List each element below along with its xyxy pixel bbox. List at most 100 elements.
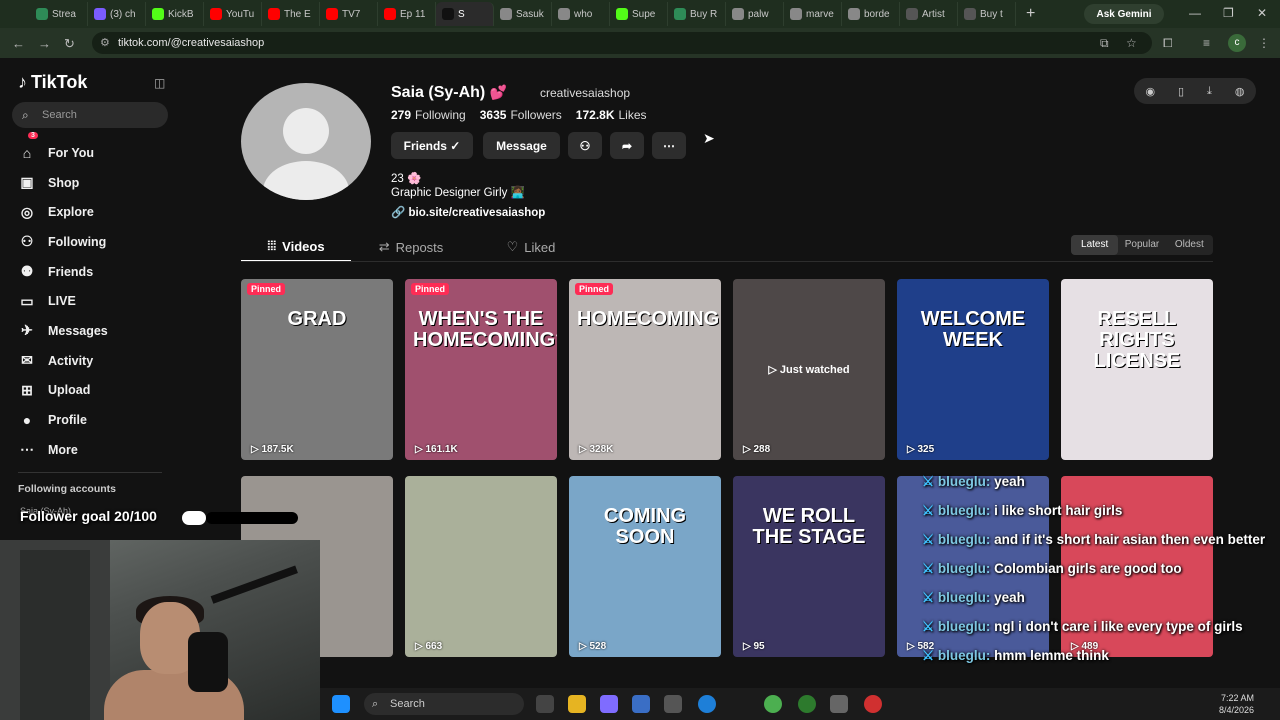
browser-menu-icon[interactable]: ⋮ <box>1258 36 1270 50</box>
video-thumbnail[interactable]: Pinned HOMECOMING ▷ 328K <box>569 279 721 460</box>
edge-icon[interactable] <box>698 695 716 713</box>
browser-tab[interactable]: S <box>436 2 494 26</box>
device-icon[interactable]: ▯ <box>1178 85 1184 98</box>
sidebar-item-following[interactable]: ⚇ Following <box>18 227 168 257</box>
system-clock[interactable]: 7:22 AM 8/4/2026 <box>1200 692 1254 716</box>
video-thumbnail[interactable]: RESELL RIGHTS LICENSE <box>1061 279 1213 460</box>
sidebar-item-live[interactable]: ▭ LIVE <box>18 286 168 316</box>
sidebar-item-activity[interactable]: ✉ 3 Activity <box>18 132 168 376</box>
sidebar-item-messages[interactable]: ✈ Messages <box>18 316 168 346</box>
chrome-active-icon[interactable] <box>798 695 816 713</box>
chat-username: blueglu: <box>937 590 991 605</box>
copilot-icon[interactable] <box>600 695 618 713</box>
tab-reposts[interactable]: ⇄ Reposts <box>351 232 471 262</box>
sidebar-item-label: Friends <box>48 264 94 279</box>
task-view-icon[interactable] <box>536 695 554 713</box>
browser-tab[interactable]: Buy t <box>958 2 1016 26</box>
stream-chat-overlay: ⚔ blueglu: yeah ⚔ blueglu: i like short h… <box>922 474 1277 677</box>
sidebar-item-upload[interactable]: ⊞ Upload <box>18 376 168 406</box>
browser-tab[interactable]: Supe <box>610 2 668 26</box>
browser-tab[interactable]: palw <box>726 2 784 26</box>
sidebar-item-explore[interactable]: ◎ Explore <box>18 197 168 227</box>
chat-message: ⚔ blueglu: Colombian girls are good too <box>922 561 1277 577</box>
bio-link[interactable]: 🔗 bio.site/creativesaiashop <box>391 205 545 219</box>
browser-tab[interactable]: marve <box>784 2 842 26</box>
reading-list-icon[interactable]: ≡ <box>1203 36 1210 50</box>
cast-icon[interactable]: ⧉ <box>1100 36 1109 51</box>
settings-icon[interactable] <box>830 695 848 713</box>
browser-tab[interactable]: KickB <box>146 2 204 26</box>
start-icon[interactable] <box>332 695 350 713</box>
store-icon[interactable] <box>632 695 650 713</box>
video-thumbnail[interactable]: COMING SOON ▷ 528 <box>569 476 721 657</box>
close-window-icon[interactable]: ✕ <box>1257 6 1267 20</box>
search-input[interactable]: ⌕ Search <box>12 102 168 128</box>
video-thumbnail[interactable]: Pinned GRAD ▷ 187.5K <box>241 279 393 460</box>
browser-tab[interactable]: YouTu <box>204 2 262 26</box>
bookmark-star-icon[interactable]: ☆ <box>1126 36 1137 50</box>
browser-tab[interactable]: The E <box>262 2 320 26</box>
back-icon[interactable]: ← <box>12 36 25 51</box>
extensions-icon[interactable]: ⧠ <box>1163 36 1173 51</box>
message-button[interactable]: Message <box>483 132 560 159</box>
maximize-icon[interactable]: ❐ <box>1223 6 1234 20</box>
user-avatar-icon[interactable]: ◍ <box>1235 85 1245 98</box>
friends-button[interactable]: Friends ✓ <box>391 132 473 159</box>
sidebar-item-for-you[interactable]: ⌂ For You <box>18 138 168 168</box>
site-info-icon[interactable]: ⚙ <box>100 32 110 54</box>
sort-oldest[interactable]: Oldest <box>1166 235 1213 255</box>
tiktok-logo[interactable]: ♪ TikTok <box>18 72 87 93</box>
browser-tab[interactable]: who <box>552 2 610 26</box>
browser-tab[interactable]: Buy R <box>668 2 726 26</box>
browser-tab[interactable]: Artist <box>900 2 958 26</box>
taskbar-search[interactable]: ⌕ Search <box>364 693 524 715</box>
browser-profile-avatar[interactable]: c <box>1228 34 1246 52</box>
profile-avatar <box>241 83 371 200</box>
browser-tab[interactable]: (3) ch <box>88 2 146 26</box>
app-icon[interactable] <box>664 695 682 713</box>
sort-popular[interactable]: Popular <box>1118 235 1165 255</box>
tab-favicon-icon <box>326 8 338 20</box>
sidebar-item-profile[interactable]: ● Profile <box>18 405 168 435</box>
forward-icon[interactable]: → <box>38 36 51 51</box>
minimize-icon[interactable]: — <box>1189 6 1201 20</box>
clock-date: 8/4/2026 <box>1218 705 1254 715</box>
tab-liked[interactable]: ♡ Liked <box>471 232 591 262</box>
tab-videos[interactable]: ⦙⦙⦙ Videos <box>241 232 351 262</box>
new-tab-icon[interactable]: + <box>1026 5 1035 23</box>
video-thumbnail[interactable]: WE ROLL THE STAGE ▷ 95 <box>733 476 885 657</box>
video-thumbnail[interactable]: ▷ Just watched ▷ 288 <box>733 279 885 460</box>
reload-icon[interactable]: ↻ <box>64 36 75 52</box>
sidebar-item-shop[interactable]: ▣ Shop <box>18 168 168 198</box>
tab-favicon-icon <box>442 8 454 20</box>
more-options-icon[interactable]: ⋯ <box>652 132 686 159</box>
chat-message: ⚔ blueglu: ngl i don't care i like every… <box>922 619 1277 635</box>
collapse-sidebar-icon[interactable]: ◫ <box>154 76 165 90</box>
recorder-icon[interactable] <box>864 695 882 713</box>
tab-favicon-icon <box>152 8 164 20</box>
following-stat[interactable]: 279 Following <box>391 108 466 122</box>
browser-tab-label: TV7 <box>342 8 361 20</box>
browser-tab[interactable]: Sasuk <box>494 2 552 26</box>
download-icon[interactable]: ⤓ <box>1207 85 1212 98</box>
file-explorer-icon[interactable] <box>568 695 586 713</box>
sidebar-item-friends[interactable]: ⚉ Friends <box>18 257 168 287</box>
sidebar-item-more[interactable]: ⋯ More <box>18 435 168 465</box>
ask-gemini-button[interactable]: Ask Gemini <box>1084 4 1164 24</box>
sort-latest[interactable]: Latest <box>1071 235 1119 255</box>
video-thumbnail[interactable]: ▷ 663 <box>405 476 557 657</box>
followers-stat[interactable]: 3635 Followers <box>480 108 562 122</box>
chat-username: blueglu: <box>937 503 991 518</box>
share-icon[interactable]: ➦ <box>610 132 644 159</box>
chrome-icon[interactable] <box>764 695 782 713</box>
browser-tab[interactable]: TV7 <box>320 2 378 26</box>
video-thumbnail[interactable]: WELCOME WEEK ▷ 325 <box>897 279 1049 460</box>
url-bar[interactable]: ⚙ tiktok.com/@creativesaiashop <box>92 32 1152 54</box>
chat-text: yeah <box>994 474 1025 489</box>
coins-icon[interactable]: ◉ <box>1145 85 1155 98</box>
video-thumbnail[interactable]: Pinned WHEN'S THE HOMECOMING? ▷ 161.1K <box>405 279 557 460</box>
add-friend-icon[interactable]: ⚇ <box>568 132 602 159</box>
browser-tab[interactable]: borde <box>842 2 900 26</box>
browser-tab[interactable]: Ep 11 <box>378 2 436 26</box>
browser-tab[interactable]: Strea <box>30 2 88 26</box>
